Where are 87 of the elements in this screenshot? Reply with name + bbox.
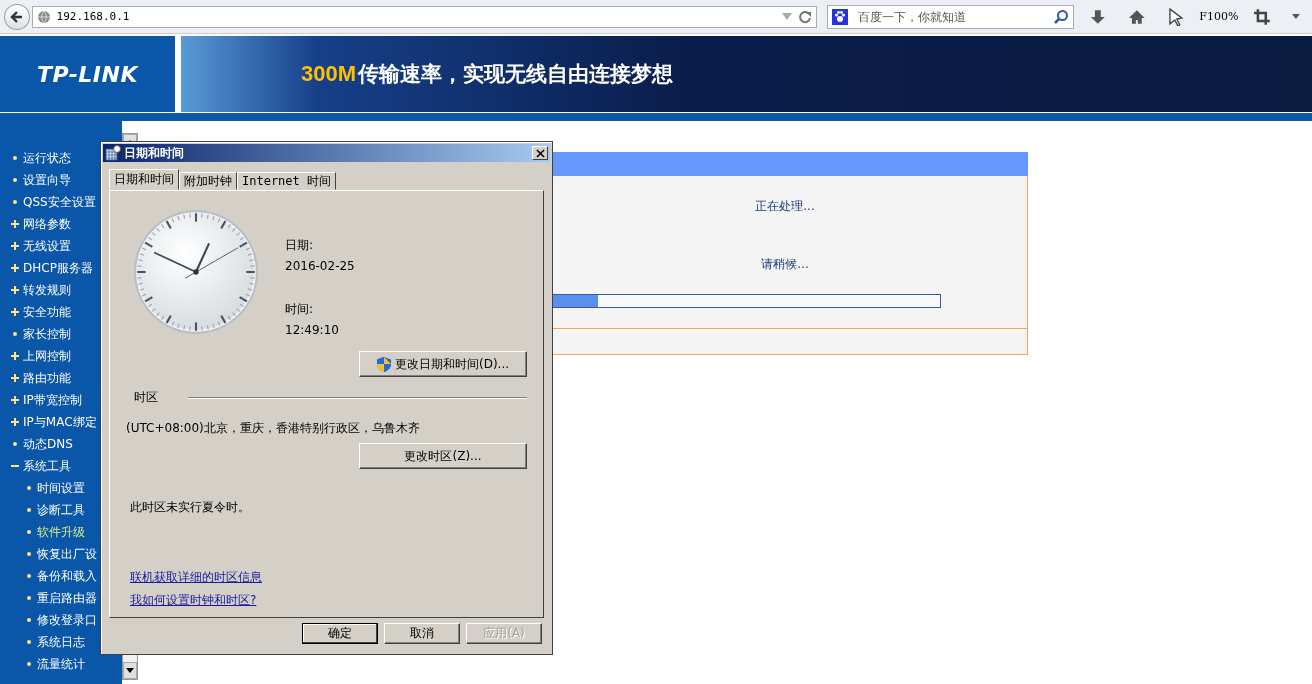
tab[interactable]: 日期和时间 <box>109 169 179 190</box>
back-arrow-icon <box>8 8 25 25</box>
sidebar-subitem[interactable]: 软件升级 <box>0 521 122 543</box>
shield-icon <box>376 356 391 372</box>
dot-icon <box>25 572 33 580</box>
date-label: 日期: <box>285 237 315 254</box>
search-input[interactable]: 百度一下，你就知道 <box>855 8 1050 25</box>
sidebar-subitem[interactable]: 备份和载入 <box>0 565 122 587</box>
logo: TP-LINK <box>36 61 138 87</box>
dot-icon <box>11 154 19 162</box>
dot-icon <box>25 528 33 536</box>
sidebar-item[interactable]: 安全功能 <box>0 301 122 323</box>
home-icon[interactable] <box>1128 8 1146 25</box>
status-message: 请稍候... <box>761 256 809 273</box>
sidebar-item[interactable]: 上网控制 <box>0 345 122 367</box>
sidebar-item[interactable]: 运行状态 <box>0 147 122 169</box>
window-title: 日期和时间 <box>124 144 184 162</box>
plus-icon <box>11 242 19 250</box>
plus-icon <box>11 418 19 426</box>
plus-icon <box>11 220 19 228</box>
tab[interactable]: Internet 时间 <box>237 172 337 190</box>
dot-icon <box>11 330 19 338</box>
sidebar-item[interactable]: QSS安全设置 <box>0 191 122 213</box>
status-message: 正在处理... <box>755 198 815 215</box>
globe-icon <box>36 9 51 24</box>
scroll-down-icon[interactable] <box>126 668 134 673</box>
zoom-button[interactable]: F100% <box>1199 10 1239 23</box>
cursor-icon[interactable] <box>1167 7 1184 26</box>
crop-icon[interactable] <box>1254 8 1271 25</box>
date-value: 2016-02-25 <box>285 259 355 275</box>
sidebar-item[interactable]: IP与MAC绑定 <box>0 411 122 433</box>
sidebar-subitem[interactable]: 时间设置 <box>0 477 122 499</box>
timezone-text: (UTC+08:00)北京，重庆，香港特别行政区，乌鲁木齐 <box>126 420 421 437</box>
change-date-time-button[interactable]: 更改日期和时间(D)... <box>359 351 527 377</box>
minus-icon <box>11 462 19 470</box>
sidebar-item[interactable]: 系统工具 <box>0 455 122 477</box>
plus-icon <box>11 286 19 294</box>
sidebar-item[interactable]: 网络参数 <box>0 213 122 235</box>
tab[interactable]: 附加时钟 <box>179 172 237 190</box>
plus-icon <box>11 352 19 360</box>
dot-icon <box>11 198 19 206</box>
sidebar-subitem[interactable]: 重启路由器 <box>0 587 122 609</box>
dot-icon <box>25 616 33 624</box>
download-icon[interactable] <box>1090 8 1106 25</box>
search-icon[interactable] <box>1053 8 1070 25</box>
plus-icon <box>11 308 19 316</box>
dot-icon <box>25 550 33 558</box>
slogan-highlight: 300M <box>301 61 357 87</box>
dot-icon <box>25 638 33 646</box>
sidebar-item[interactable]: 家长控制 <box>0 323 122 345</box>
sidebar-subitem[interactable]: 恢复出厂设 <box>0 543 122 565</box>
time-label: 时间: <box>285 301 315 318</box>
calendar-clock-icon <box>105 145 121 161</box>
sidebar-item[interactable]: 无线设置 <box>0 235 122 257</box>
sidebar-item[interactable]: IP带宽控制 <box>0 389 122 411</box>
sidebar-subitem[interactable]: 诊断工具 <box>0 499 122 521</box>
address-field[interactable]: 192.168.0.1 <box>31 5 817 28</box>
dst-note: 此时区未实行夏令时。 <box>130 499 251 516</box>
sidebar-item[interactable]: 动态DNS <box>0 433 122 455</box>
sidebar-subitem[interactable]: 修改登录口 <box>0 609 122 631</box>
sidebar-subitem[interactable]: 系统日志 <box>0 631 122 653</box>
help-link[interactable]: 联机获取详细的时区信息 <box>130 569 262 586</box>
dot-icon <box>25 484 33 492</box>
sidebar-subitem[interactable]: 流量统计 <box>0 653 122 675</box>
plus-icon <box>11 264 19 272</box>
section-heading: 时区 <box>134 389 158 406</box>
dot-icon <box>11 176 19 184</box>
dot-icon <box>11 440 19 448</box>
close-button[interactable] <box>532 146 548 160</box>
dialog-button[interactable]: 确定 <box>302 623 378 644</box>
caret-icon[interactable] <box>1292 13 1300 20</box>
refresh-icon[interactable] <box>797 9 812 24</box>
change-timezone-button[interactable]: 更改时区(Z)... <box>359 443 527 469</box>
search-field[interactable]: 百度一下，你就知道 <box>826 4 1075 29</box>
plus-icon <box>11 396 19 404</box>
dot-icon <box>25 594 33 602</box>
dot-icon <box>25 506 33 514</box>
sidebar-item[interactable]: 路由功能 <box>0 367 122 389</box>
slogan: 传输速率，实现无线自由连接梦想 <box>358 61 674 88</box>
dialog-button[interactable]: 取消 <box>384 623 460 644</box>
sidebar-item[interactable]: DHCP服务器 <box>0 257 122 279</box>
sidebar-item[interactable]: 转发规则 <box>0 279 122 301</box>
plus-icon <box>11 374 19 382</box>
help-link[interactable]: 我如何设置时钟和时区? <box>130 592 257 609</box>
dot-icon <box>25 660 33 668</box>
back-button[interactable] <box>4 3 30 30</box>
time-value: 12:49:10 <box>285 323 340 339</box>
